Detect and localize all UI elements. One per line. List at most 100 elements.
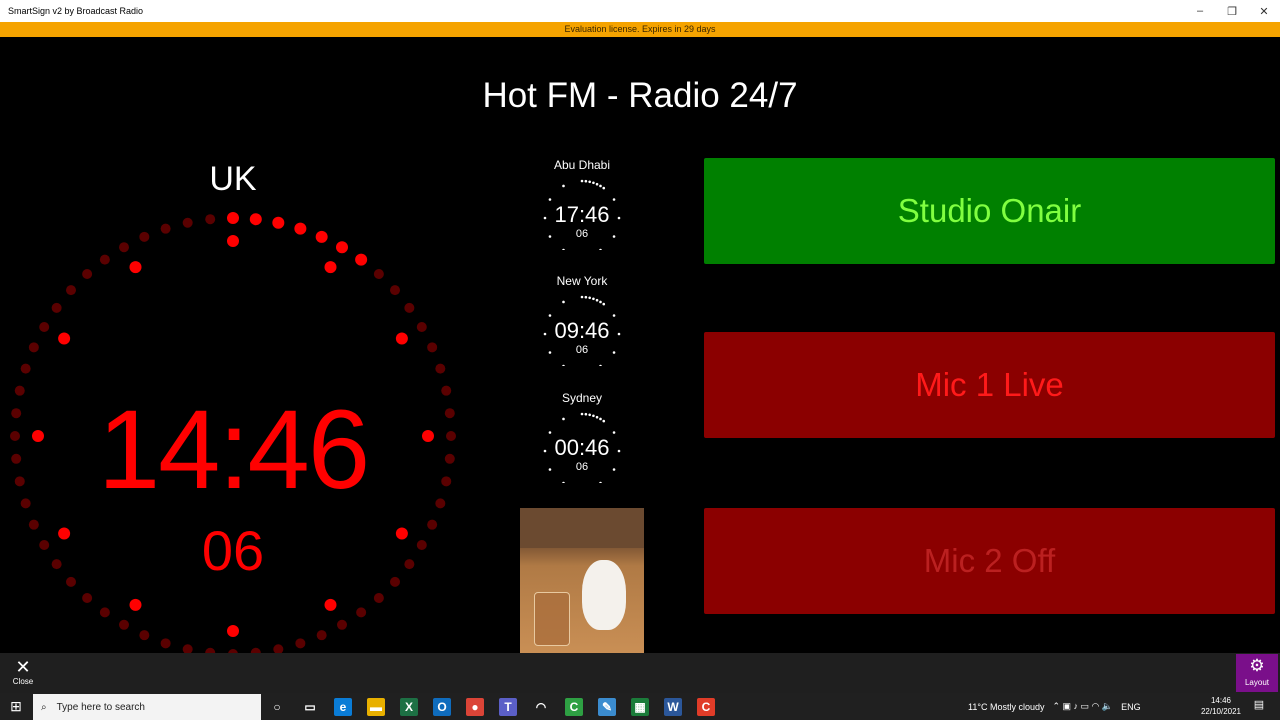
second-dot bbox=[82, 268, 93, 279]
second-dot bbox=[373, 593, 384, 604]
hour-marker bbox=[129, 261, 142, 274]
app-command-bar: ✕ Close ⚙ Layout bbox=[0, 653, 1280, 693]
station-title: Hot FM - Radio 24/7 bbox=[482, 76, 798, 115]
tray-icons[interactable]: ⌃ ▣ ♪ ▭ ◠ 🔈 bbox=[1052, 701, 1113, 712]
word-icon[interactable]: W bbox=[664, 698, 682, 716]
close-app-button[interactable]: ✕ Close bbox=[8, 657, 38, 686]
mini-dial-dot bbox=[562, 184, 565, 188]
second-dot bbox=[14, 476, 25, 487]
mini-dial-dot bbox=[599, 481, 602, 483]
task-view-icon[interactable]: ▭ bbox=[301, 698, 319, 716]
mini-dial-dot bbox=[580, 295, 584, 299]
second-dot bbox=[336, 241, 348, 254]
second-dot bbox=[404, 302, 415, 313]
minimize-button[interactable]: – bbox=[1184, 5, 1216, 17]
mini-dial-dot bbox=[602, 186, 606, 190]
mini-dial-dot bbox=[612, 351, 616, 354]
mini-dial-dot bbox=[592, 297, 595, 301]
mini-dial-dot bbox=[599, 184, 602, 188]
notes-icon[interactable]: ✎ bbox=[598, 698, 616, 716]
outlook-icon[interactable]: O bbox=[433, 698, 451, 716]
close-icon: ✕ bbox=[15, 657, 31, 677]
license-banner: Evaluation license. Expires in 29 days bbox=[0, 22, 1280, 37]
hour-marker bbox=[324, 261, 337, 274]
taskbar-time: 14:46 bbox=[1210, 696, 1232, 705]
second-dot bbox=[205, 214, 216, 225]
edge-icon[interactable]: e bbox=[334, 698, 352, 716]
second-dot bbox=[427, 519, 438, 530]
hour-marker bbox=[395, 527, 408, 540]
second-dot bbox=[427, 342, 438, 353]
second-dot bbox=[51, 559, 62, 570]
second-dot bbox=[14, 385, 25, 396]
second-dot bbox=[315, 230, 328, 243]
second-dot bbox=[139, 630, 150, 641]
hour-marker bbox=[227, 235, 239, 247]
taskbar-search-box[interactable]: ⌕ Type here to search bbox=[33, 694, 261, 720]
second-dot bbox=[404, 559, 415, 570]
mic1-indicator: Mic 1 Live bbox=[704, 332, 1275, 438]
second-dot bbox=[119, 619, 129, 630]
second-dot bbox=[373, 268, 384, 279]
windows-start-button[interactable]: ⊞ bbox=[0, 693, 32, 720]
second-dot bbox=[316, 630, 327, 641]
mini-dial-dot bbox=[548, 468, 552, 471]
teams-icon[interactable]: T bbox=[499, 698, 517, 716]
window-close-button[interactable]: ✕ bbox=[1248, 5, 1280, 18]
file-explorer-icon[interactable]: ▬ bbox=[367, 698, 385, 716]
layout-button[interactable]: ⚙ Layout bbox=[1236, 654, 1278, 692]
world-clock-sydney: Sydney 00:46 06 bbox=[532, 391, 632, 483]
mini-dial-dot bbox=[548, 431, 552, 434]
weather-widget[interactable]: 11°C Mostly cloudy bbox=[968, 702, 1044, 712]
world-clock-dial bbox=[543, 295, 621, 366]
mini-dial-dot bbox=[592, 414, 595, 418]
mini-dial-dot bbox=[580, 179, 584, 183]
second-dot bbox=[182, 217, 193, 228]
second-dot bbox=[51, 302, 62, 313]
chrome-icon[interactable]: ● bbox=[466, 698, 484, 716]
second-dot bbox=[182, 644, 193, 653]
restore-button[interactable]: ❐ bbox=[1216, 5, 1248, 18]
mini-dial-dot bbox=[584, 412, 588, 416]
second-dot bbox=[227, 212, 239, 224]
second-dot bbox=[10, 431, 20, 441]
excel-icon[interactable]: X bbox=[400, 698, 418, 716]
window-title: SmartSign v2 by Broadcast Radio bbox=[8, 6, 144, 16]
search-placeholder: Type here to search bbox=[56, 701, 145, 713]
second-dot bbox=[441, 476, 452, 487]
system-tray: 11°C Mostly cloudy ⌃ ▣ ♪ ▭ ◠ 🔈 ENG bbox=[968, 693, 1141, 720]
mini-dial-dot bbox=[543, 449, 547, 453]
world-clock-dial bbox=[543, 179, 621, 250]
mini-dial-dot bbox=[588, 296, 591, 300]
second-dot bbox=[444, 453, 455, 464]
second-dot bbox=[444, 408, 455, 419]
world-clock-dial bbox=[543, 412, 621, 483]
dog-photo bbox=[520, 508, 644, 653]
window-titlebar: SmartSign v2 by Broadcast Radio – ❐ ✕ bbox=[0, 0, 1280, 22]
second-dot bbox=[272, 216, 285, 229]
mini-dial-dot bbox=[612, 314, 616, 317]
notification-icon[interactable]: ▤ bbox=[1250, 698, 1268, 716]
second-dot bbox=[273, 644, 284, 653]
mini-dial-dot bbox=[588, 413, 591, 417]
language-indicator[interactable]: ENG bbox=[1121, 702, 1141, 712]
mini-dial-dot bbox=[562, 417, 565, 421]
mini-dial-dot bbox=[562, 300, 565, 304]
mini-dial-dot bbox=[612, 235, 616, 238]
second-dot bbox=[65, 576, 76, 587]
wifi-app-icon[interactable]: ◠ bbox=[532, 698, 550, 716]
taskbar-date: 22/10/2021 bbox=[1200, 707, 1242, 716]
cortana-icon[interactable]: ○ bbox=[268, 698, 286, 716]
mini-dial-dot bbox=[599, 417, 602, 421]
photo-background bbox=[520, 508, 644, 548]
mini-dial-dot bbox=[548, 314, 552, 317]
mini-dial-dot bbox=[602, 419, 606, 423]
second-dot bbox=[20, 498, 31, 509]
photo-glass bbox=[534, 592, 570, 646]
recorder-icon[interactable]: C bbox=[697, 698, 715, 716]
smartsign-icon[interactable]: ▦ bbox=[631, 698, 649, 716]
hour-marker bbox=[129, 598, 142, 611]
taskbar-clock[interactable]: 14:46 22/10/2021 bbox=[1196, 695, 1246, 717]
camtasia-icon[interactable]: C bbox=[565, 698, 583, 716]
second-dot bbox=[39, 540, 50, 550]
